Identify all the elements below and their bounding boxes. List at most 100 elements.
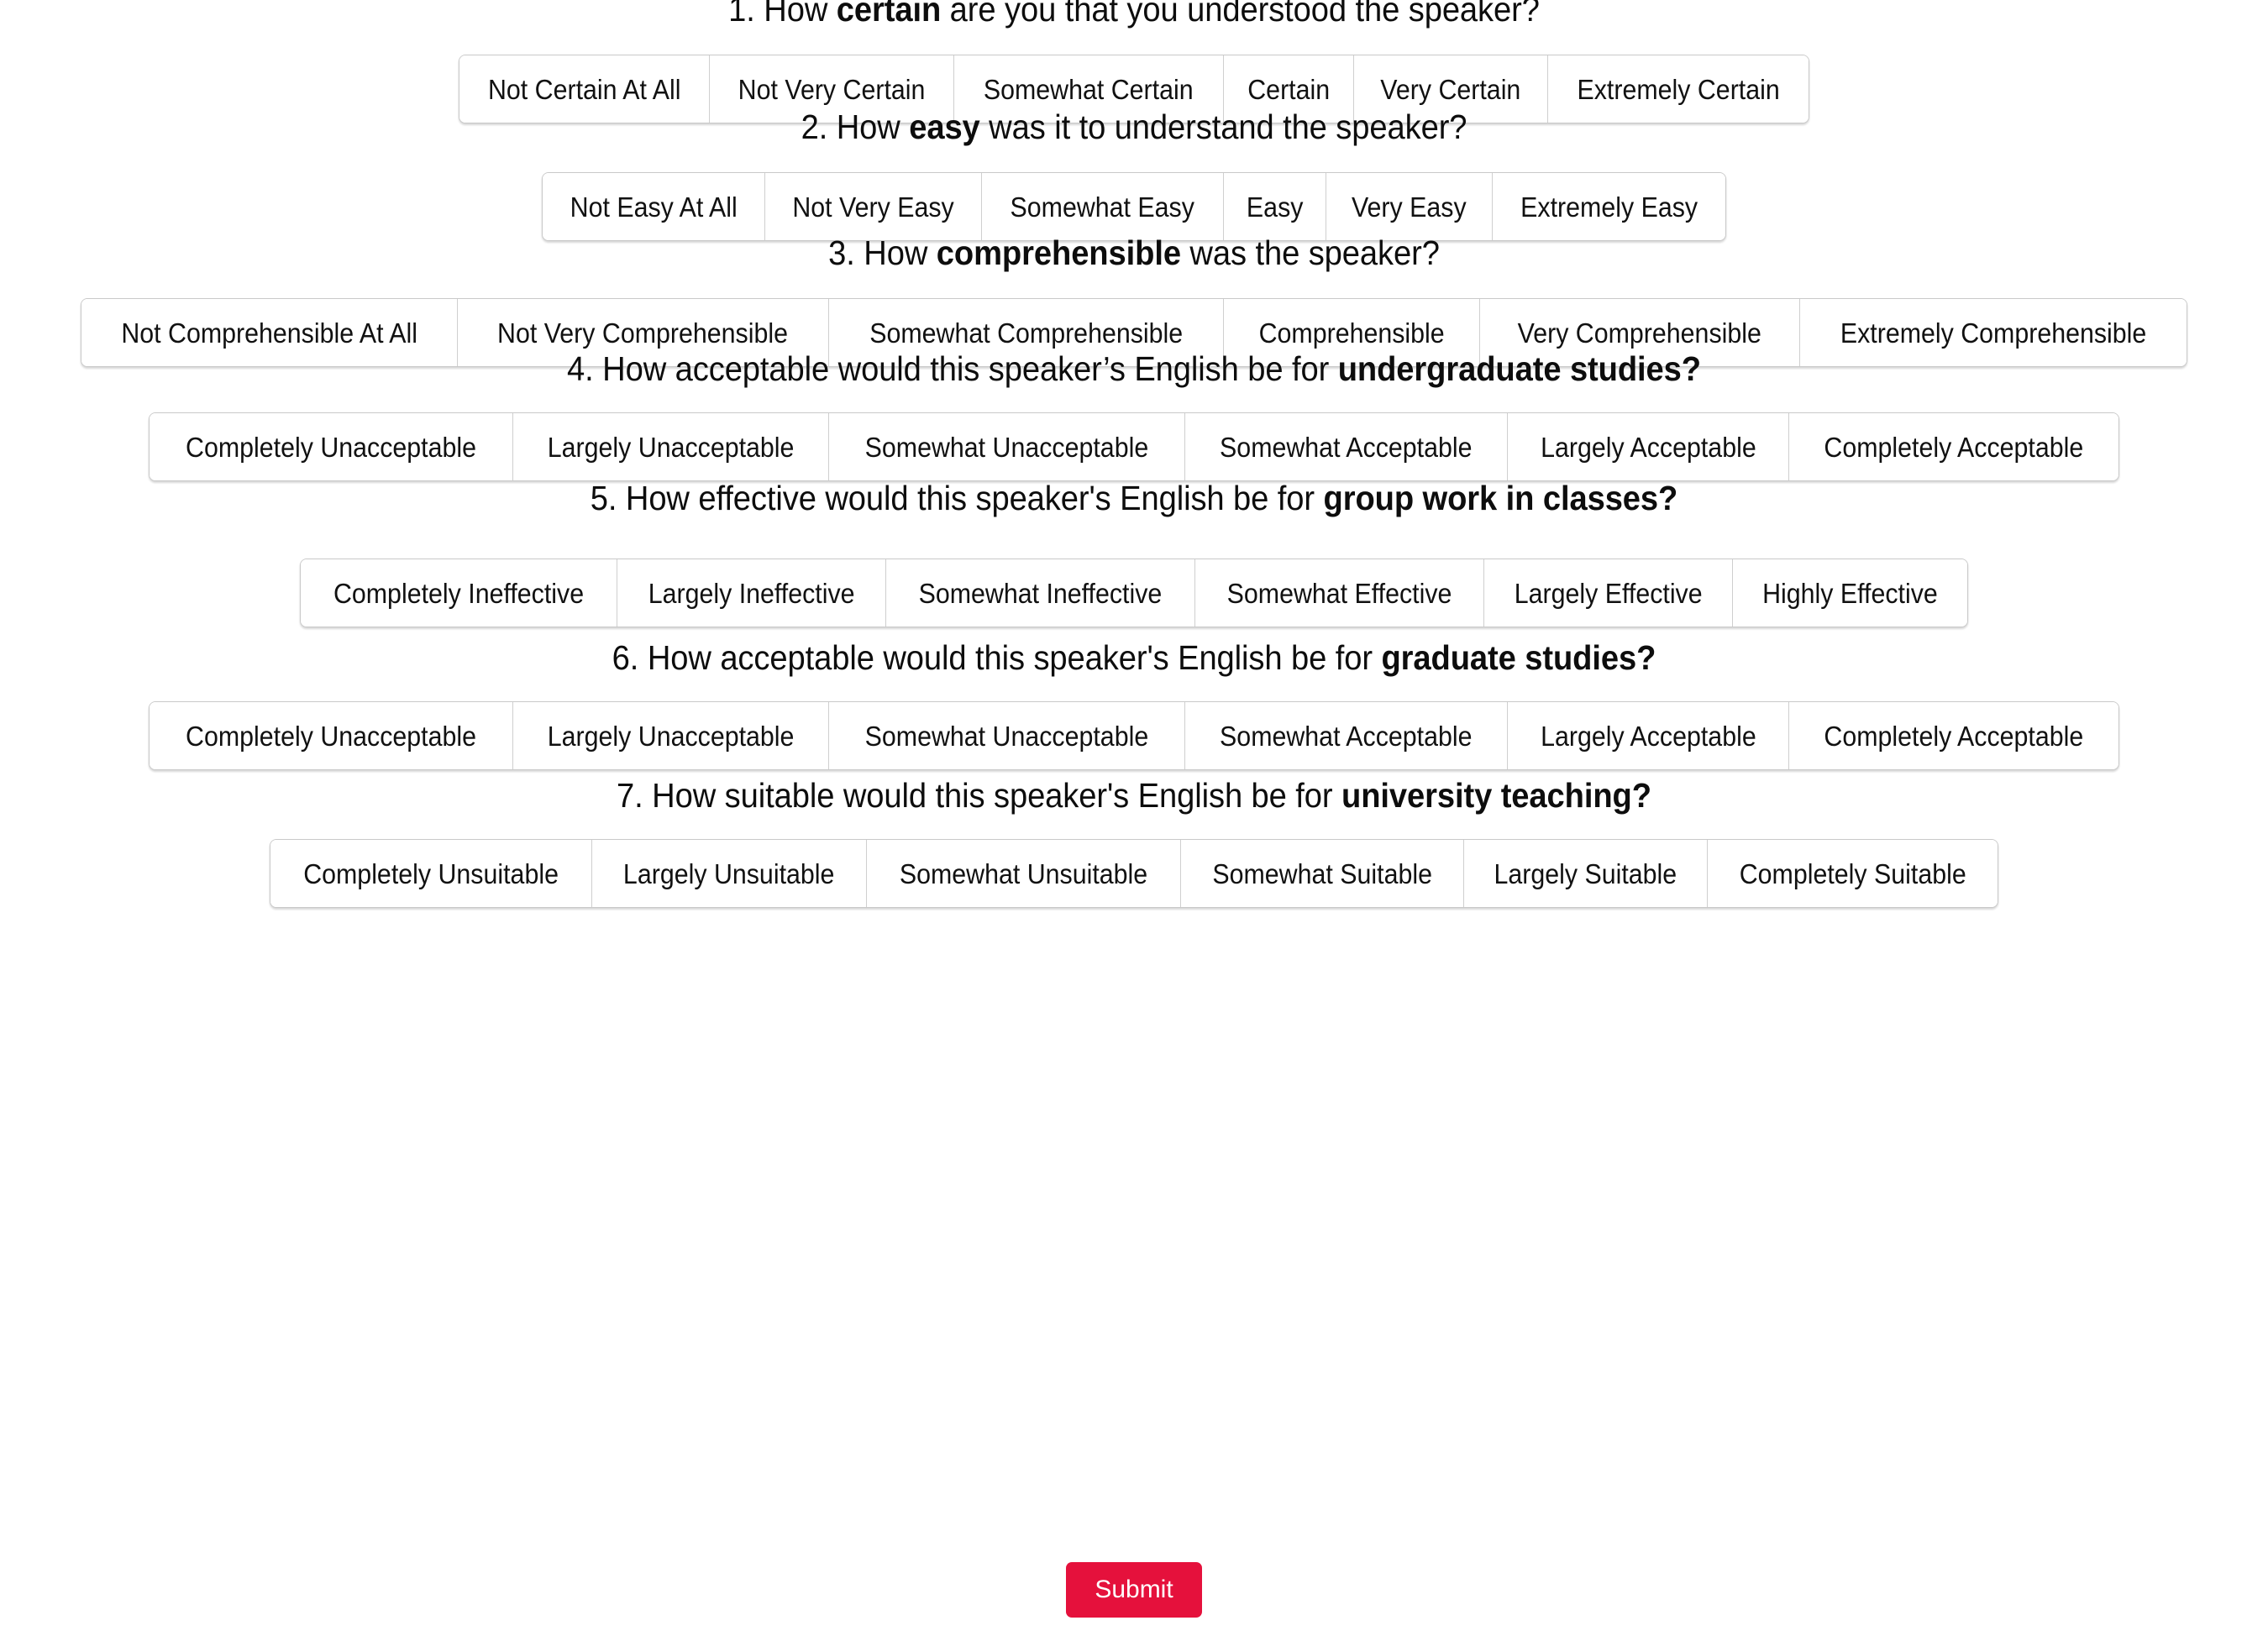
question-2-option-3[interactable]: Somewhat Easy — [982, 173, 1224, 241]
question-3: 3. How comprehensible was the speaker? N… — [0, 233, 2268, 368]
question-7-option-2[interactable]: Largely Unsuitable — [592, 840, 867, 908]
question-7-option-group: Completely Unsuitable Largely Unsuitable… — [269, 839, 1999, 909]
question-6-number: 6. — [612, 638, 639, 677]
question-5-option-4-label: Somewhat Effective — [1226, 577, 1452, 609]
submit-button[interactable]: Submit — [1066, 1562, 1202, 1618]
question-2-option-5-label: Very Easy — [1352, 191, 1467, 223]
question-2-option-1-label: Not Easy At All — [570, 191, 738, 223]
question-1-option-2-label: Not Very Certain — [738, 73, 926, 105]
question-3-number: 3. — [828, 233, 855, 272]
question-7-emphasis: university teaching? — [1341, 776, 1651, 815]
question-2-options-row: Not Easy At All Not Very Easy Somewhat E… — [0, 172, 2268, 242]
question-4-option-2[interactable]: Largely Unacceptable — [512, 413, 830, 481]
question-3-title: 3. How comprehensible was the speaker? — [80, 233, 2189, 273]
question-2-option-4[interactable]: Easy — [1223, 173, 1327, 241]
question-4-option-5[interactable]: Largely Acceptable — [1507, 413, 1790, 481]
question-5-number: 5. — [590, 479, 617, 517]
question-7-text-before: How suitable would this speaker's Englis… — [652, 776, 1342, 815]
question-5-option-group: Completely Ineffective Largely Ineffecti… — [299, 559, 1969, 628]
question-5-option-5-label: Largely Effective — [1514, 577, 1703, 609]
question-7-option-6[interactable]: Completely Suitable — [1707, 840, 1998, 908]
question-5-title: 5. How effective would this speaker's En… — [80, 479, 2189, 518]
question-2-option-4-label: Easy — [1246, 191, 1304, 223]
question-4-option-group: Completely Unacceptable Largely Unaccept… — [148, 412, 2120, 482]
question-7-option-5[interactable]: Largely Suitable — [1463, 840, 1708, 908]
question-5-option-4[interactable]: Somewhat Effective — [1194, 559, 1485, 627]
question-3-option-2-label: Not Very Comprehensible — [497, 317, 789, 349]
question-7-options-row: Completely Unsuitable Largely Unsuitable… — [0, 839, 2268, 909]
question-6-option-3[interactable]: Somewhat Unacceptable — [829, 702, 1186, 770]
question-5-option-3[interactable]: Somewhat Ineffective — [886, 559, 1195, 627]
question-2: 2. How easy was it to understand the spe… — [0, 108, 2268, 242]
question-1-text-before: How — [764, 0, 837, 29]
question-4-option-6-label: Completely Acceptable — [1824, 431, 2084, 463]
question-6-option-2-label: Largely Unacceptable — [547, 720, 795, 752]
question-1-title: 1. How certain are you that you understo… — [80, 0, 2189, 29]
question-7-option-4[interactable]: Somewhat Suitable — [1180, 840, 1464, 908]
question-5-text-before: How effective would this speaker's Engli… — [625, 479, 1324, 517]
question-7-option-2-label: Largely Unsuitable — [623, 857, 835, 889]
question-7-option-5-label: Largely Suitable — [1494, 857, 1677, 889]
question-4-option-6[interactable]: Completely Acceptable — [1789, 413, 2119, 481]
question-5-option-3-label: Somewhat Ineffective — [918, 577, 1163, 609]
question-1-option-5-label: Very Certain — [1380, 73, 1521, 105]
question-2-title: 2. How easy was it to understand the spe… — [80, 108, 2189, 147]
question-5-option-6[interactable]: Highly Effective — [1733, 559, 1968, 627]
question-4-option-1[interactable]: Completely Unacceptable — [149, 413, 513, 481]
question-4-text-before: How acceptable would this speaker’s Engl… — [602, 349, 1338, 388]
question-4-option-4[interactable]: Somewhat Acceptable — [1185, 413, 1508, 481]
question-5-option-2-label: Largely Ineffective — [648, 577, 855, 609]
question-4-options-row: Completely Unacceptable Largely Unaccept… — [0, 412, 2268, 482]
survey-form: 1. How certain are you that you understo… — [0, 0, 2268, 1631]
question-4-title: 4. How acceptable would this speaker’s E… — [80, 349, 2189, 389]
question-2-option-2[interactable]: Not Very Easy — [765, 173, 983, 241]
question-7-option-3[interactable]: Somewhat Unsuitable — [866, 840, 1181, 908]
question-1: 1. How certain are you that you understo… — [0, 0, 2268, 124]
question-6-text-before: How acceptable would this speaker's Engl… — [647, 638, 1382, 677]
question-7-number: 7. — [617, 776, 643, 815]
question-7-title: 7. How suitable would this speaker's Eng… — [80, 776, 2189, 816]
question-6-option-group: Completely Unacceptable Largely Unaccept… — [148, 701, 2120, 771]
question-6-option-5-label: Largely Acceptable — [1540, 720, 1756, 752]
question-4-option-3[interactable]: Somewhat Unacceptable — [829, 413, 1186, 481]
question-1-option-1-label: Not Certain At All — [487, 73, 681, 105]
question-2-option-1[interactable]: Not Easy At All — [542, 173, 766, 241]
question-1-emphasis: certain — [836, 0, 942, 29]
question-5: 5. How effective would this speaker's En… — [0, 479, 2268, 628]
question-6-title: 6. How acceptable would this speaker's E… — [80, 638, 2189, 678]
question-6-option-4[interactable]: Somewhat Acceptable — [1185, 702, 1508, 770]
question-2-option-6-label: Extremely Easy — [1520, 191, 1698, 223]
question-6-option-5[interactable]: Largely Acceptable — [1507, 702, 1790, 770]
question-2-text-before: How — [836, 108, 910, 146]
question-3-option-4-label: Comprehensible — [1258, 317, 1445, 349]
question-7-option-3-label: Somewhat Unsuitable — [899, 857, 1147, 889]
question-3-option-3-label: Somewhat Comprehensible — [869, 317, 1183, 349]
question-2-option-6[interactable]: Extremely Easy — [1492, 173, 1726, 241]
question-6-option-3-label: Somewhat Unacceptable — [864, 720, 1149, 752]
question-6-option-1[interactable]: Completely Unacceptable — [149, 702, 513, 770]
question-4-option-2-label: Largely Unacceptable — [547, 431, 795, 463]
question-5-option-1-label: Completely Ineffective — [333, 577, 584, 609]
question-1-text-after: are you that you understood the speaker? — [941, 0, 1540, 29]
question-6-option-1-label: Completely Unacceptable — [185, 720, 476, 752]
question-3-option-1-label: Not Comprehensible At All — [121, 317, 418, 349]
question-6-option-6[interactable]: Completely Acceptable — [1789, 702, 2119, 770]
question-3-text-before: How — [864, 233, 937, 272]
question-3-text-after: was the speaker? — [1180, 233, 1440, 272]
question-2-option-5[interactable]: Very Easy — [1326, 173, 1493, 241]
question-4-option-5-label: Largely Acceptable — [1540, 431, 1756, 463]
question-4-option-3-label: Somewhat Unacceptable — [864, 431, 1149, 463]
question-3-option-5-label: Very Comprehensible — [1517, 317, 1762, 349]
question-5-options-row: Completely Ineffective Largely Ineffecti… — [0, 559, 2268, 628]
question-2-option-3-label: Somewhat Easy — [1010, 191, 1195, 223]
question-3-emphasis: comprehensible — [936, 233, 1181, 272]
question-7-option-1[interactable]: Completely Unsuitable — [270, 840, 593, 908]
question-1-option-6-label: Extremely Certain — [1577, 73, 1780, 105]
question-5-option-5[interactable]: Largely Effective — [1484, 559, 1734, 627]
question-5-option-1[interactable]: Completely Ineffective — [300, 559, 617, 627]
question-6-option-2[interactable]: Largely Unacceptable — [512, 702, 830, 770]
question-2-text-after: was it to understand the speaker? — [979, 108, 1467, 146]
question-5-option-2[interactable]: Largely Ineffective — [617, 559, 887, 627]
submit-row: Submit — [0, 1562, 2268, 1618]
question-1-number: 1. — [728, 0, 755, 29]
